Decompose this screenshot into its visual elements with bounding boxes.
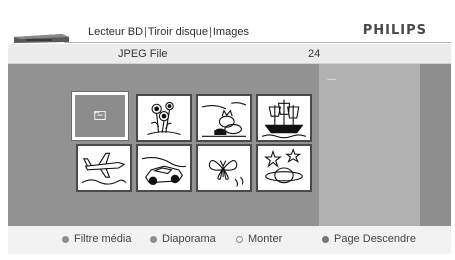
bd-player-screen: Lecteur BD|Tiroir disque|Images PHILIPS … xyxy=(8,6,451,254)
sailing-ship-icon xyxy=(261,99,307,139)
brand-logo: PHILIPS xyxy=(362,23,427,38)
thumbnail-car[interactable] xyxy=(136,144,192,192)
thumbnail-sailing-ship[interactable] xyxy=(256,94,312,142)
cat-icon xyxy=(201,102,247,137)
header: Lecteur BD|Tiroir disque|Images PHILIPS xyxy=(8,6,451,44)
breadcrumb: Lecteur BD|Tiroir disque|Images xyxy=(88,26,249,38)
legend-page-down[interactable]: Page Descendre xyxy=(322,233,416,245)
filled-dot-icon xyxy=(62,235,69,243)
slideshow-label: Diaporama xyxy=(162,233,216,245)
airplane-icon xyxy=(81,152,127,185)
page-down-label: Page Descendre xyxy=(334,233,416,245)
legend-slideshow[interactable]: Diaporama xyxy=(150,233,216,245)
folder-icon xyxy=(94,111,106,120)
breadcrumb-item-bd-player[interactable]: Lecteur BD xyxy=(88,26,143,38)
legend-up[interactable]: Monter xyxy=(236,233,282,245)
info-text: --- xyxy=(327,74,336,84)
subheader: JPEG File 24 xyxy=(8,44,451,64)
breadcrumb-separator: | xyxy=(209,26,212,38)
filled-dot-icon xyxy=(322,235,329,243)
planets-icon xyxy=(264,148,303,184)
butterfly-icon xyxy=(208,160,244,187)
thumbnail-flowers[interactable] xyxy=(136,94,192,142)
breadcrumb-separator: | xyxy=(144,26,147,38)
up-label: Monter xyxy=(248,233,283,245)
thumbnail-butterfly[interactable] xyxy=(196,144,252,192)
breadcrumb-item-disc-tray[interactable]: Tiroir disque xyxy=(148,26,208,38)
footer-legend: Filtre média Diaporama Monter Page Desce… xyxy=(8,226,451,254)
filter-label: Filtre média xyxy=(74,233,132,245)
thumbnail-cat[interactable] xyxy=(196,94,252,142)
right-strip xyxy=(420,64,451,226)
flowers-icon xyxy=(147,101,181,136)
thumbnail-planets[interactable] xyxy=(256,144,312,192)
hollow-dot-icon xyxy=(236,235,243,243)
item-count: 24 xyxy=(308,48,321,60)
info-panel: --- xyxy=(319,64,420,226)
breadcrumb-item-images[interactable]: Images xyxy=(213,26,249,38)
car-icon xyxy=(141,157,187,186)
thumbnail-grid xyxy=(8,64,319,226)
thumbnail-folder[interactable] xyxy=(72,92,128,140)
thumbnail-airplane[interactable] xyxy=(76,144,132,192)
legend-filter[interactable]: Filtre média xyxy=(62,233,131,245)
header-divider xyxy=(64,42,451,43)
folder-name: JPEG File xyxy=(118,48,168,60)
filled-dot-icon xyxy=(150,235,157,243)
disc-player-icon xyxy=(14,34,69,43)
